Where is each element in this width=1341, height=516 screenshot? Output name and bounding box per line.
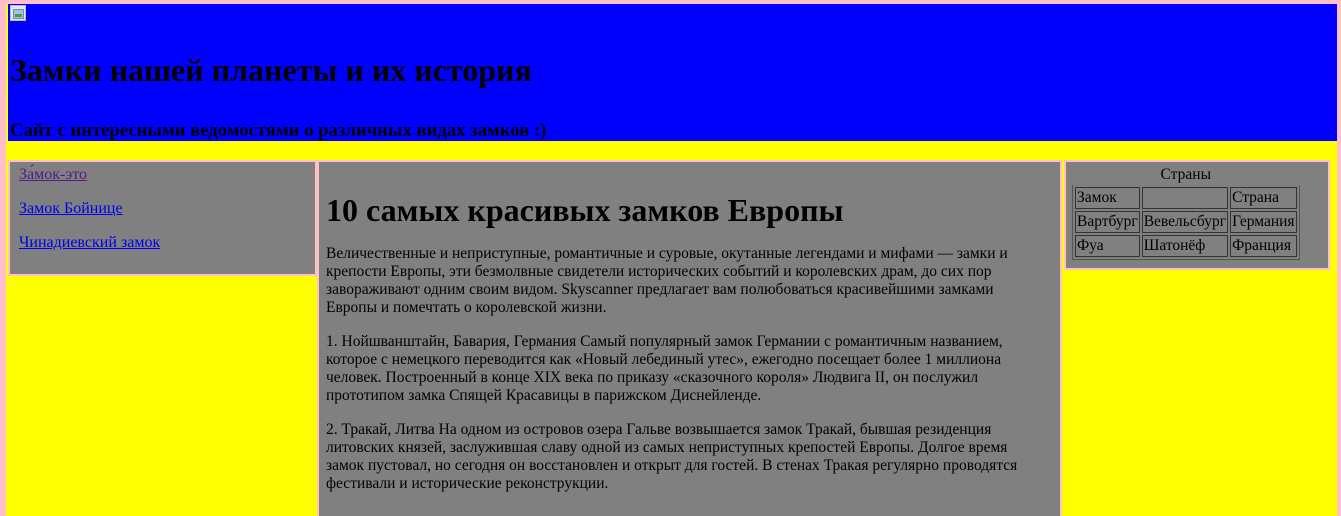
article-paragraph-trakai: 2. Тракай, Литва На одном из островов оз… [326,421,1018,492]
countries-table: Страны Замок Страна Вартбург Вевельсбург… [1072,165,1300,260]
table-cell: Франция [1230,235,1297,257]
table-cell: Замок [1075,187,1140,209]
main-content: 10 самых красивых замков Европы Величест… [317,160,1062,516]
article-title: 10 самых красивых замков Европы [326,192,844,228]
table-cell: Страна [1230,187,1297,209]
table-cell: Вевельсбург [1141,211,1229,233]
nav-link-castle-definition[interactable]: За́мок-это [19,166,315,184]
table-cell: Вартбург [1075,211,1140,233]
article-paragraph-neuschwanstein: 1. Нойшванштайн, Бавария, Германия Самый… [326,333,1003,404]
article-intro-paragraph: Величественные и неприступные, романтичн… [326,245,1008,316]
site-header: Замки нашей планеты и их история Сайт с … [8,4,1337,141]
broken-image-icon [10,5,26,21]
table-cell: Фуа [1075,235,1140,257]
nav-link-bojnice-castle[interactable]: Замок Бойнице [19,200,315,218]
table-cell: Шатонёф [1141,235,1229,257]
nav-link-chynadiyovo-castle[interactable]: Чинадиевский замок [19,234,315,252]
table-cell: Германия [1230,211,1297,233]
page: Замки нашей планеты и их история Сайт с … [6,4,1337,516]
site-subtitle: Сайт с интересными ведомостями о различн… [10,120,547,141]
table-row: Фуа Шатонёф Франция [1075,235,1297,257]
countries-sidebar: Страны Замок Страна Вартбург Вевельсбург… [1064,160,1330,270]
table-row: Вартбург Вевельсбург Германия [1075,211,1297,233]
site-title: Замки нашей планеты и их история [10,52,532,88]
table-row: Замок Страна [1075,187,1297,209]
table-caption: Страны [1160,166,1211,183]
table-cell [1141,187,1229,209]
sidebar-nav: За́мок-это Замок Бойнице Чинадиевский за… [8,160,317,276]
